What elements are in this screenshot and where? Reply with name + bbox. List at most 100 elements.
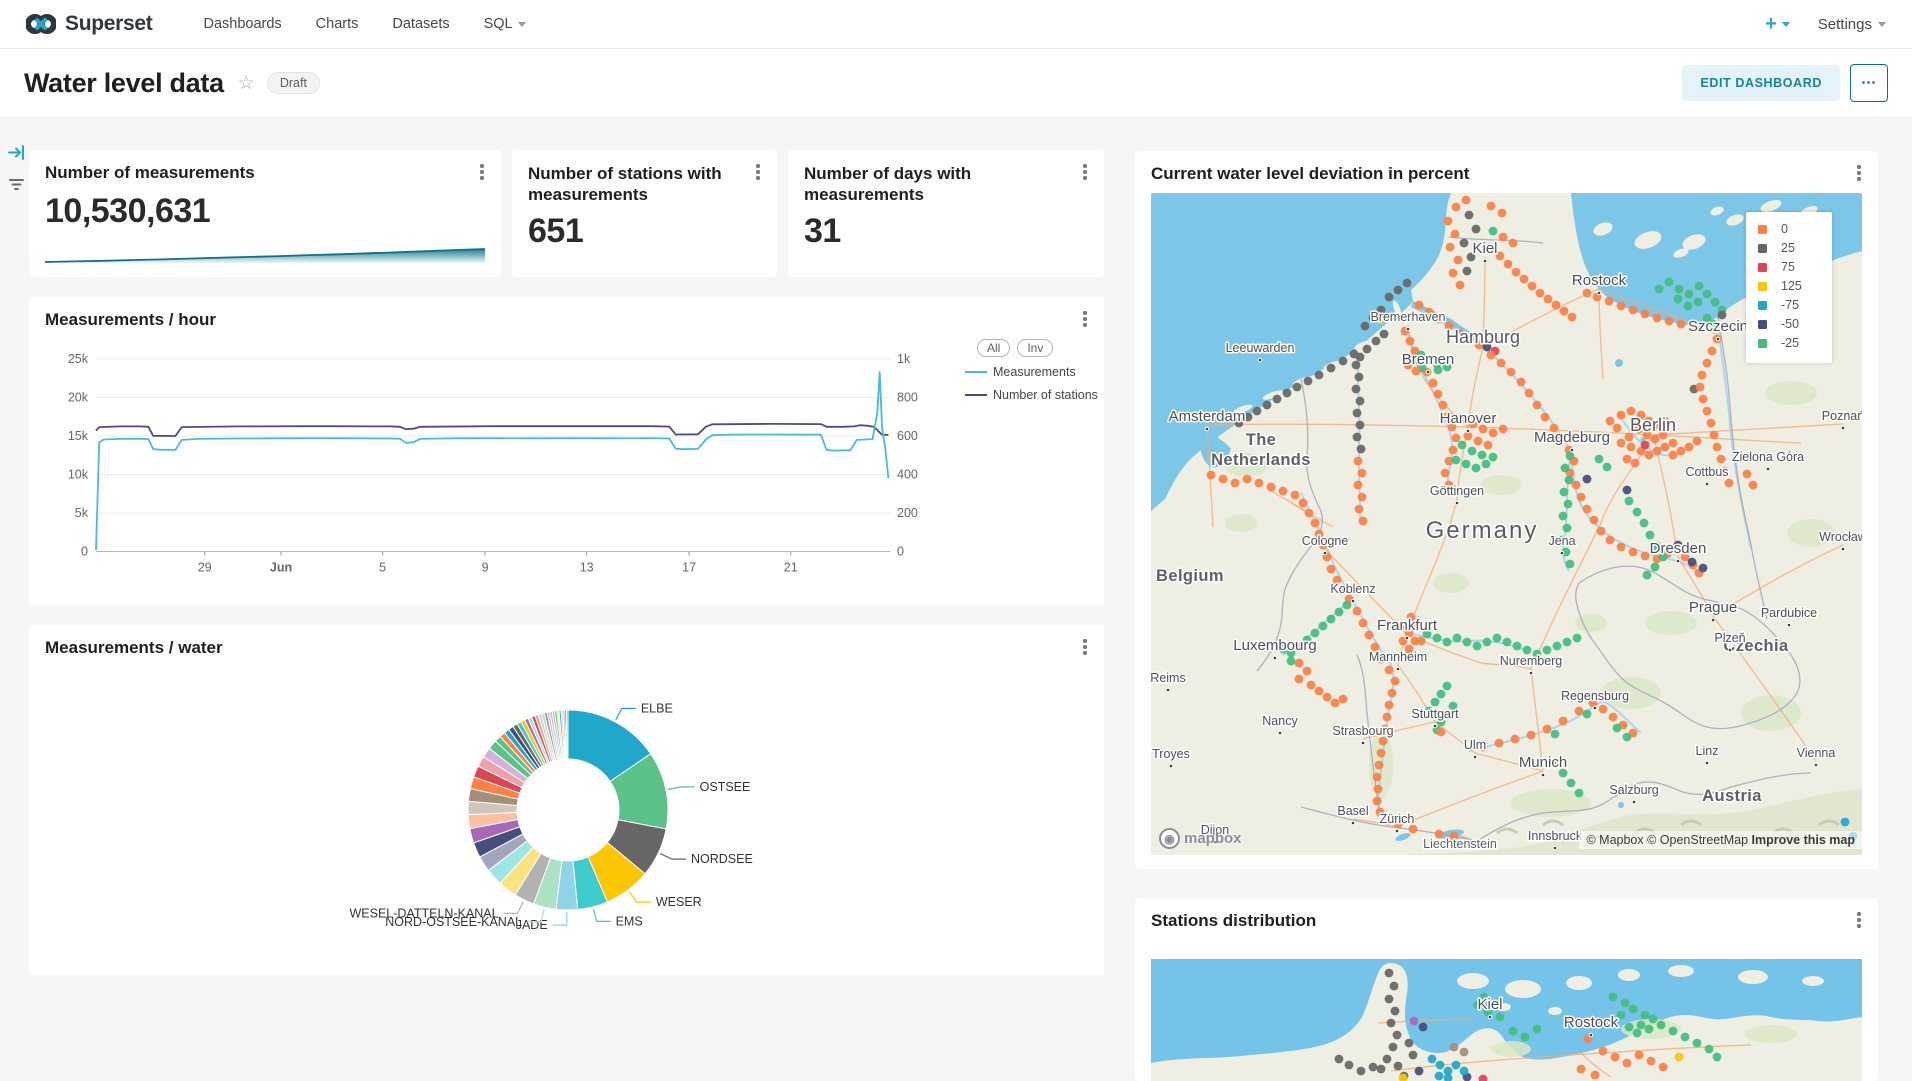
svg-text:13: 13	[580, 561, 594, 575]
svg-text:Nancy: Nancy	[1262, 714, 1298, 728]
improve-map-link[interactable]: Improve this map	[1752, 833, 1856, 847]
map-viewport[interactable]: LeeuwardenAmsterdamTheNetherlandsBelgium…	[1151, 193, 1862, 855]
svg-text:600: 600	[897, 429, 918, 443]
svg-text:Jena: Jena	[1548, 534, 1575, 548]
superset-logo[interactable]: Superset	[26, 12, 152, 36]
map-viewport[interactable]: KielRostock	[1151, 959, 1862, 1081]
svg-text:Leeuwarden: Leeuwarden	[1226, 341, 1295, 355]
svg-text:21: 21	[784, 561, 798, 575]
svg-text:Ulm: Ulm	[1464, 738, 1486, 752]
svg-text:Basel: Basel	[1337, 804, 1368, 818]
svg-text:Austria: Austria	[1702, 787, 1762, 805]
svg-text:Stuttgart: Stuttgart	[1411, 707, 1459, 721]
svg-text:1k: 1k	[897, 352, 911, 366]
svg-text:Kiel: Kiel	[1477, 996, 1502, 1013]
svg-text:800: 800	[897, 391, 918, 405]
kpi-value: 31	[804, 212, 841, 251]
map-legend-item: 75	[1758, 260, 1820, 274]
svg-text:NORDSEE: NORDSEE	[691, 852, 753, 866]
kpi-card-days: Number of days with measurements 31	[788, 150, 1104, 277]
svg-text:Wrocław: Wrocław	[1819, 530, 1862, 544]
chevron-down-icon	[1782, 22, 1790, 27]
kpi-value: 10,530,631	[45, 192, 210, 231]
mapbox-logo[interactable]: ◉mapbox	[1159, 828, 1242, 849]
kebab-menu-icon[interactable]	[749, 162, 767, 182]
kebab-menu-icon[interactable]	[1850, 910, 1868, 930]
svg-text:Amsterdam: Amsterdam	[1169, 408, 1246, 425]
svg-text:Germany: Germany	[1426, 517, 1539, 544]
svg-text:Hanover: Hanover	[1440, 410, 1497, 427]
kpi-card-measurements: Number of measurements 10,530,631	[29, 150, 501, 277]
favorite-star-icon[interactable]: ☆	[238, 72, 255, 95]
svg-text:15k: 15k	[68, 429, 89, 443]
svg-text:25k: 25k	[68, 352, 89, 366]
infinity-logo-icon	[26, 13, 56, 35]
svg-text:Luxembourg: Luxembourg	[1233, 637, 1316, 654]
filter-funnel-icon[interactable]	[8, 176, 25, 198]
legend-item[interactable]: Measurements	[965, 365, 1101, 379]
svg-text:Bremerhaven: Bremerhaven	[1370, 310, 1445, 324]
dashboard-header: Water level data ☆ Draft EDIT DASHBOARD …	[0, 49, 1912, 118]
nav-item-datasets[interactable]: Datasets	[375, 0, 466, 49]
svg-text:Plzeň: Plzeň	[1714, 631, 1745, 645]
stations-map[interactable]: KielRostock	[1151, 959, 1862, 1081]
svg-text:Vienna: Vienna	[1797, 746, 1836, 760]
svg-text:ELBE: ELBE	[641, 701, 673, 715]
superset-dashboard: Superset DashboardsChartsDatasetsSQL + S…	[0, 0, 1912, 1081]
nav-item-dashboards[interactable]: Dashboards	[186, 0, 298, 49]
svg-text:Reims: Reims	[1151, 671, 1186, 685]
expand-filter-bar-icon[interactable]	[8, 144, 25, 166]
svg-text:Regensburg: Regensburg	[1561, 689, 1629, 703]
card-title: Current water level deviation in percent	[1151, 164, 1469, 184]
kebab-menu-icon[interactable]	[1076, 162, 1094, 182]
brand-name: Superset	[65, 12, 152, 36]
svg-text:Linz: Linz	[1696, 744, 1719, 758]
svg-text:Cologne: Cologne	[1302, 534, 1349, 548]
svg-text:17: 17	[682, 561, 696, 575]
map-legend-item: 0	[1758, 222, 1820, 236]
svg-text:10k: 10k	[68, 468, 89, 482]
plus-icon: +	[1765, 13, 1777, 36]
map-legend-item: -50	[1758, 317, 1820, 331]
svg-text:5: 5	[379, 561, 386, 575]
svg-text:29: 29	[198, 561, 212, 575]
svg-text:0: 0	[897, 545, 904, 559]
kpi-sparkline	[45, 243, 485, 267]
new-dropdown-button[interactable]: +	[1765, 13, 1790, 36]
svg-text:Magdeburg: Magdeburg	[1534, 429, 1610, 446]
map-attribution: © Mapbox © OpenStreetMap Improve this ma…	[1579, 831, 1862, 849]
svg-text:Munich: Munich	[1519, 754, 1567, 771]
svg-text:Liechtenstein: Liechtenstein	[1423, 837, 1497, 851]
edit-dashboard-button[interactable]: EDIT DASHBOARD	[1682, 65, 1840, 101]
water-chart-card: Measurements / water ELBEOSTSEENORDSEEWE…	[29, 625, 1104, 975]
nav-item-charts[interactable]: Charts	[299, 0, 376, 49]
top-nav: Superset DashboardsChartsDatasetsSQL + S…	[0, 0, 1912, 49]
svg-text:Strasbourg: Strasbourg	[1332, 724, 1393, 738]
status-badge: Draft	[267, 72, 320, 94]
svg-text:9: 9	[482, 561, 489, 575]
map-legend-item: 25	[1758, 241, 1820, 255]
svg-text:The: The	[1246, 431, 1277, 449]
deviation-map-card: Current water level deviation in percent…	[1135, 151, 1878, 869]
more-options-button[interactable]: ⋯	[1850, 64, 1888, 102]
kebab-menu-icon[interactable]	[1850, 163, 1868, 183]
kpi-card-stations: Number of stations with measurements 651	[512, 150, 777, 277]
kpi-value: 651	[528, 212, 583, 251]
legend-inv-button[interactable]: Inv	[1017, 339, 1053, 357]
svg-text:EMS: EMS	[616, 914, 643, 928]
donut-chart[interactable]: ELBEOSTSEENORDSEEWESEREMSJADENORD-OSTSEE…	[29, 625, 1104, 975]
svg-text:Nuremberg: Nuremberg	[1500, 654, 1563, 668]
kebab-menu-icon[interactable]	[473, 162, 491, 182]
settings-menu[interactable]: Settings	[1818, 16, 1886, 33]
svg-text:20k: 20k	[68, 391, 89, 405]
svg-text:200: 200	[897, 506, 918, 520]
page-title: Water level data	[24, 68, 224, 99]
legend-item[interactable]: Number of stations	[965, 388, 1101, 402]
nav-item-sql[interactable]: SQL	[467, 0, 543, 49]
line-chart: 25k1k20k80015k60010k4005k2000029Jun59131…	[29, 297, 1104, 606]
svg-text:Hamburg: Hamburg	[1446, 327, 1520, 347]
map-legend: 02575125-75-50-25	[1746, 212, 1832, 363]
legend-all-button[interactable]: All	[977, 339, 1010, 357]
svg-text:Koblenz: Koblenz	[1330, 582, 1375, 596]
map-legend-item: 125	[1758, 279, 1820, 293]
